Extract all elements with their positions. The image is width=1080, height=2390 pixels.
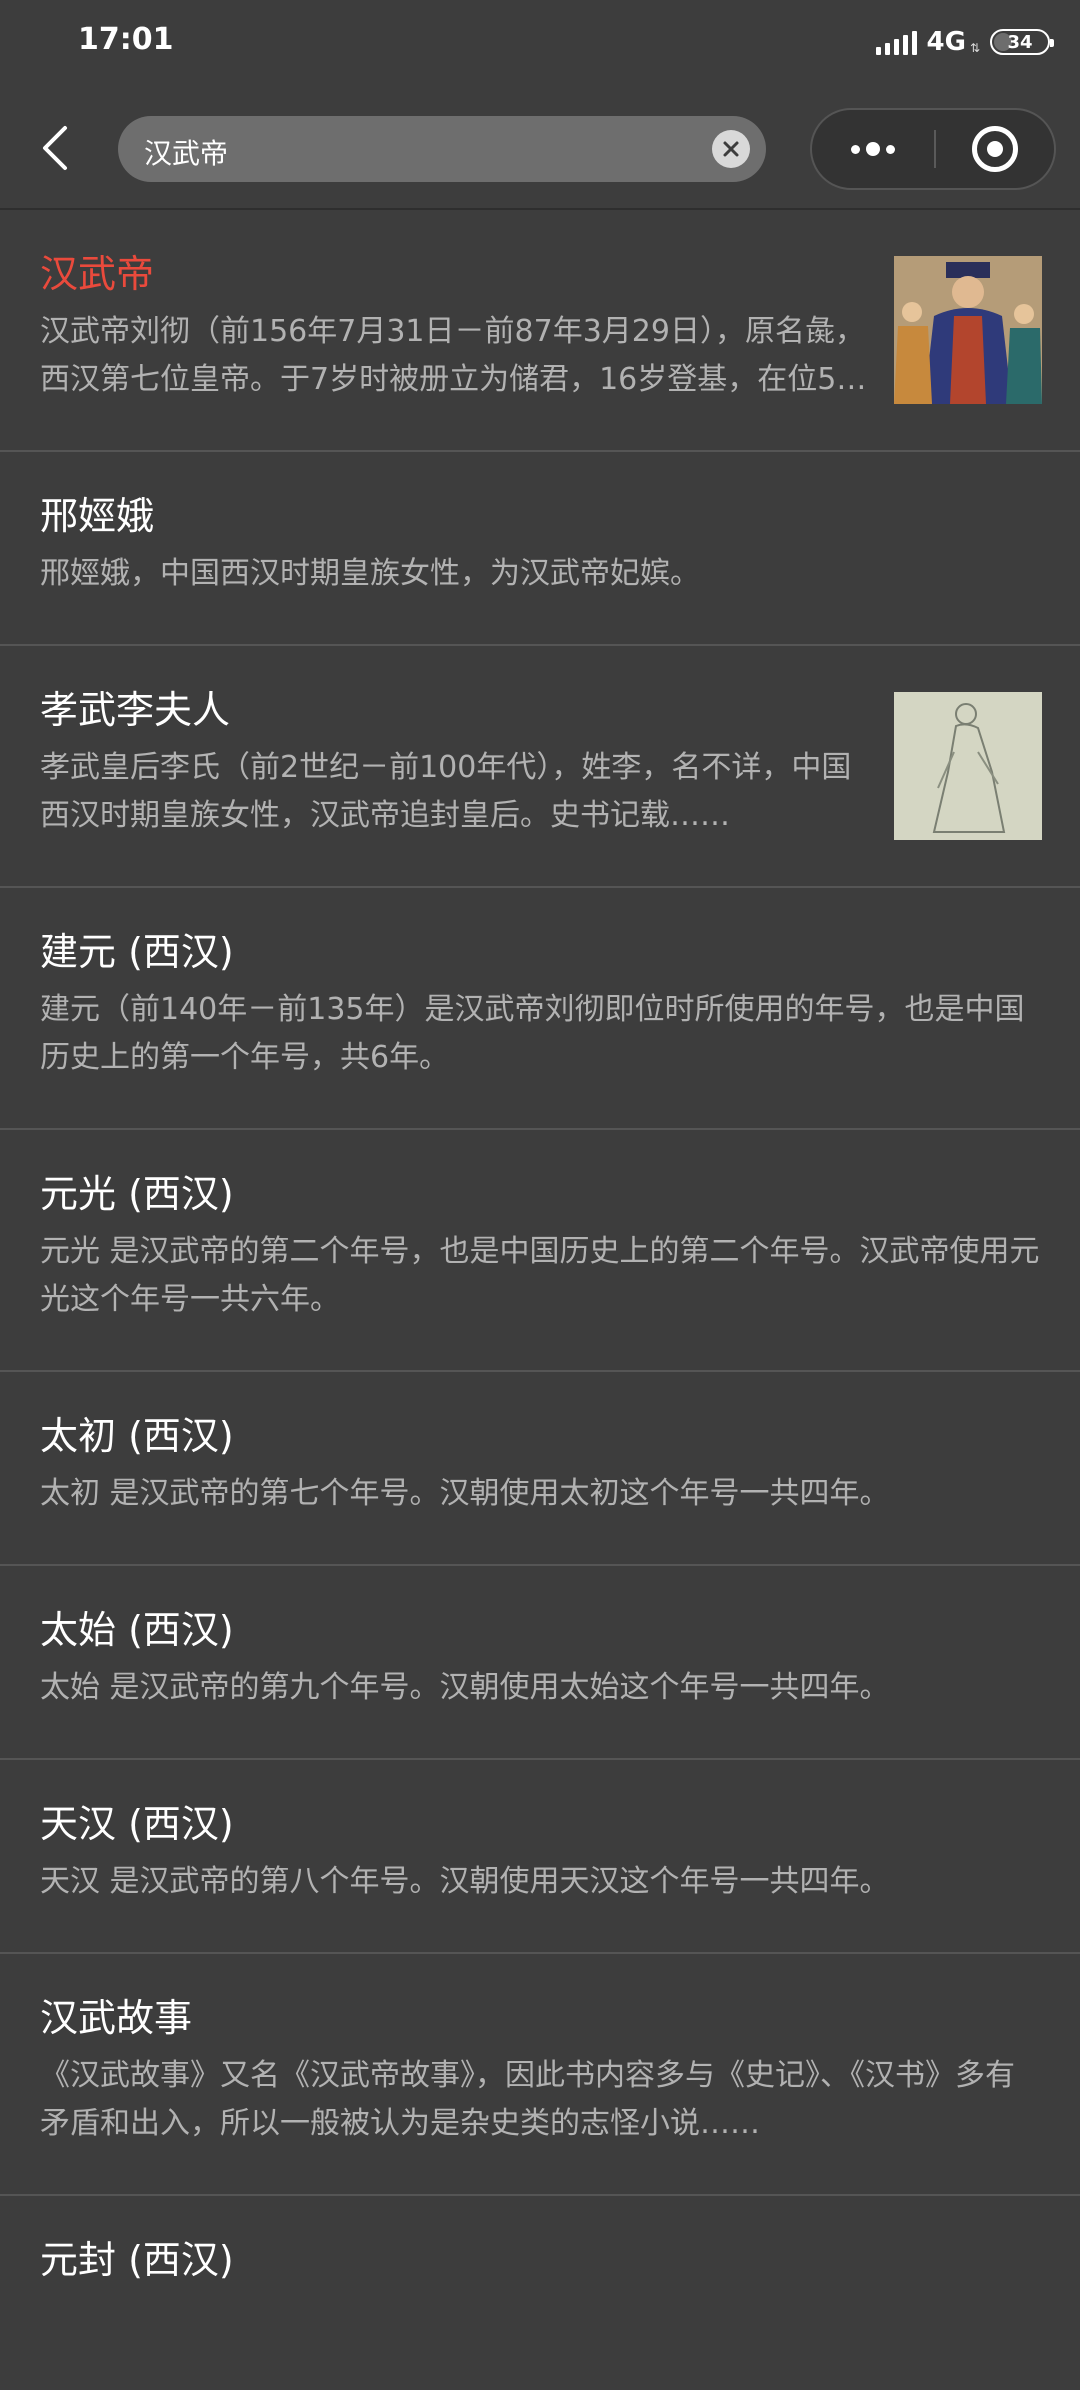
item-description: 邢娙娥，中国西汉时期皇族女性，为汉武帝妃嫔。: [40, 556, 700, 591]
status-icons: 4G ⇅ 34: [875, 24, 1054, 60]
more-dots-icon-right: [886, 144, 895, 154]
list-item[interactable]: 汉武故事 《汉武故事》又名《汉武帝故事》，因此书内容多与《史记》、《汉书》多有矛…: [0, 1954, 1080, 2196]
list-item[interactable]: 邢娙娥 邢娙娥，中国西汉时期皇族女性，为汉武帝妃嫔。: [0, 452, 1080, 646]
list-item[interactable]: 天汉 (西汉) 天汉 是汉武帝的第八个年号。汉朝使用天汉这个年号一共四年。: [0, 1760, 1080, 1954]
item-title: 太初 (西汉): [40, 1414, 234, 1458]
status-time: 17:01: [78, 22, 174, 57]
miniprogram-capsule: [810, 108, 1056, 190]
data-arrows-icon: ⇅: [969, 41, 980, 55]
item-description: 太始 是汉武帝的第九个年号。汉朝使用太始这个年号一共四年。: [40, 1670, 890, 1705]
item-thumbnail-image: [894, 256, 1042, 404]
list-item[interactable]: 元光 (西汉) 元光 是汉武帝的第二个年号，也是中国历史上的第二个年号。汉武帝使…: [0, 1130, 1080, 1372]
list-item[interactable]: 太初 (西汉) 太初 是汉武帝的第七个年号。汉朝使用太初这个年号一共四年。: [0, 1372, 1080, 1566]
item-title: 邢娙娥: [40, 494, 155, 538]
target-circle-dot: [987, 141, 1003, 157]
list-item[interactable]: 建元 (西汉) 建元（前140年－前135年）是汉武帝刘彻即位时所使用的年号，也…: [0, 888, 1080, 1130]
item-title: 孝武李夫人: [40, 688, 231, 732]
search-input[interactable]: 汉武帝: [118, 116, 766, 182]
battery-icon: 34: [990, 29, 1054, 55]
sketch-figure-image: [894, 692, 1042, 840]
search-results-list: 汉武帝 汉武帝刘彻（前156年7月31日－前87年3月29日），原名彘，西汉第七…: [0, 210, 1080, 2390]
chevron-left-icon: [43, 126, 67, 170]
more-dots-icon-center: [866, 142, 880, 156]
list-item[interactable]: 汉武帝 汉武帝刘彻（前156年7月31日－前87年3月29日），原名彘，西汉第七…: [0, 210, 1080, 452]
item-description: 孝武皇后李氏（前2世纪－前100年代），姓李，名不详，中国西汉时期皇族女性，汉武…: [40, 750, 852, 833]
item-title: 建元 (西汉): [40, 930, 234, 974]
item-description: 元光 是汉武帝的第二个年号，也是中国历史上的第二个年号。汉武帝使用元光这个年号一…: [40, 1234, 1040, 1317]
status-bar: 17:01 4G ⇅ 34: [0, 0, 1080, 84]
back-button[interactable]: [30, 118, 80, 178]
item-description: 天汉 是汉武帝的第八个年号。汉朝使用天汉这个年号一共四年。: [40, 1864, 890, 1899]
close-miniprogram-button[interactable]: [936, 110, 1054, 188]
item-title: 太始 (西汉): [40, 1608, 234, 1652]
search-query: 汉武帝: [144, 137, 229, 170]
item-title: 元光 (西汉): [40, 1172, 234, 1216]
list-item[interactable]: 元封 (西汉): [0, 2196, 1080, 2390]
item-description: 建元（前140年－前135年）是汉武帝刘彻即位时所使用的年号，也是中国历史上的第…: [40, 992, 1025, 1075]
item-description: 汉武帝刘彻（前156年7月31日－前87年3月29日），原名彘，西汉第七位皇帝。…: [40, 314, 865, 397]
list-item[interactable]: 孝武李夫人 孝武皇后李氏（前2世纪－前100年代），姓李，名不详，中国西汉时期皇…: [0, 646, 1080, 888]
item-title: 汉武帝: [40, 252, 155, 296]
list-item[interactable]: 太始 (西汉) 太始 是汉武帝的第九个年号。汉朝使用太始这个年号一共四年。: [0, 1566, 1080, 1760]
item-title: 元封 (西汉): [40, 2238, 234, 2282]
emperor-portrait-image: [894, 256, 1042, 404]
clear-search-button[interactable]: [712, 130, 750, 168]
item-title: 汉武故事: [40, 1996, 193, 2040]
top-nav-bar: 汉武帝: [0, 84, 1080, 210]
more-button[interactable]: [812, 110, 934, 188]
more-dots-icon: [851, 144, 860, 154]
network-type: 4G: [926, 27, 966, 57]
close-icon: [723, 141, 739, 157]
item-thumbnail-image: [894, 692, 1042, 840]
item-title: 天汉 (西汉): [40, 1802, 234, 1846]
item-description: 太初 是汉武帝的第七个年号。汉朝使用太初这个年号一共四年。: [40, 1476, 890, 1511]
battery-level: 34: [1007, 31, 1033, 53]
signal-icon: [875, 29, 917, 55]
target-circle-icon: [972, 126, 1018, 172]
item-description: 《汉武故事》又名《汉武帝故事》，因此书内容多与《史记》、《汉书》多有矛盾和出入，…: [40, 2058, 1015, 2141]
